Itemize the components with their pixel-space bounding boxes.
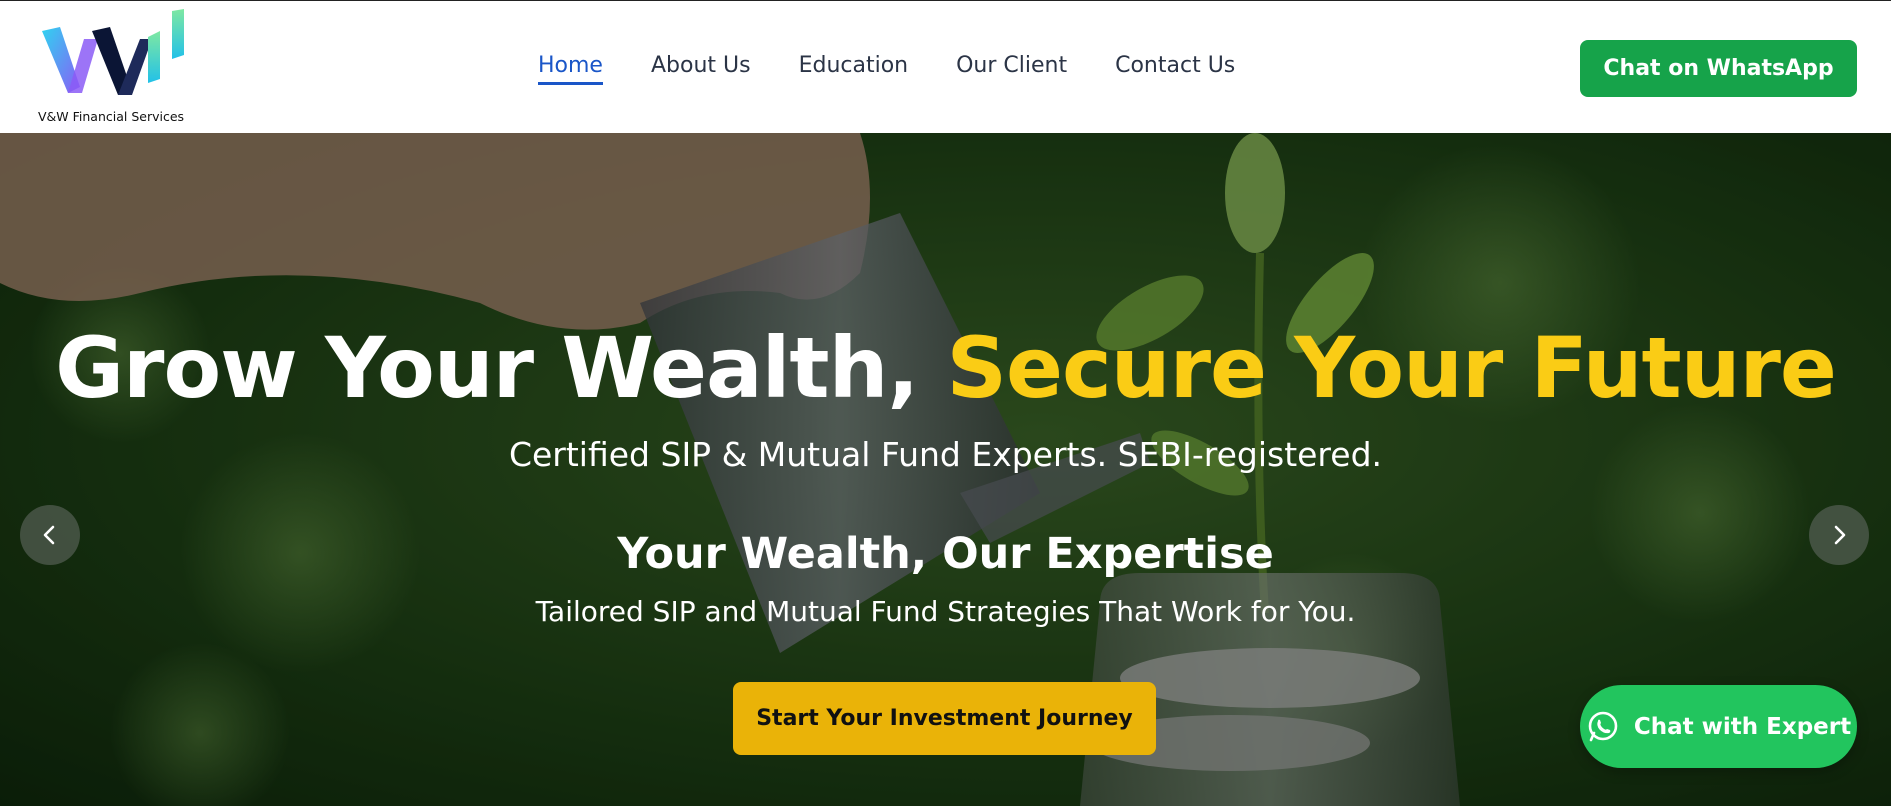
- start-investment-button[interactable]: Start Your Investment Journey: [733, 682, 1156, 755]
- hero-title: Grow Your Wealth, Secure Your Future: [0, 319, 1891, 417]
- hero-heading: Your Wealth, Our Expertise: [617, 529, 1274, 579]
- chat-whatsapp-button[interactable]: Chat on WhatsApp: [1580, 40, 1857, 97]
- chat-with-expert-button[interactable]: Chat with Expert: [1580, 685, 1857, 768]
- vw-logo-icon: [42, 9, 184, 95]
- hero-title-highlight: Secure Your Future: [946, 319, 1837, 417]
- nav-home[interactable]: Home: [538, 53, 603, 85]
- brand-logo[interactable]: V&W Financial Services: [36, 9, 196, 127]
- brand-name: V&W Financial Services: [38, 109, 185, 124]
- hero-title-part1: Grow Your Wealth,: [55, 319, 919, 417]
- carousel-prev-button[interactable]: [20, 505, 80, 565]
- nav-education[interactable]: Education: [799, 53, 909, 85]
- main-nav: Home About Us Education Our Client Conta…: [538, 53, 1235, 85]
- nav-about-us[interactable]: About Us: [651, 53, 751, 85]
- chevron-left-icon: [43, 525, 55, 545]
- nav-contact-us[interactable]: Contact Us: [1115, 53, 1235, 85]
- carousel-next-button[interactable]: [1809, 505, 1869, 565]
- whatsapp-icon: [1588, 711, 1618, 741]
- hero-paragraph: Tailored SIP and Mutual Fund Strategies …: [535, 595, 1356, 628]
- nav-our-client[interactable]: Our Client: [956, 53, 1067, 85]
- site-header: V&W Financial Services Home About Us Edu…: [0, 0, 1891, 133]
- hero-subtitle: Certified SIP & Mutual Fund Experts. SEB…: [508, 435, 1383, 474]
- chat-with-expert-label: Chat with Expert: [1633, 713, 1852, 740]
- chevron-right-icon: [1834, 525, 1846, 545]
